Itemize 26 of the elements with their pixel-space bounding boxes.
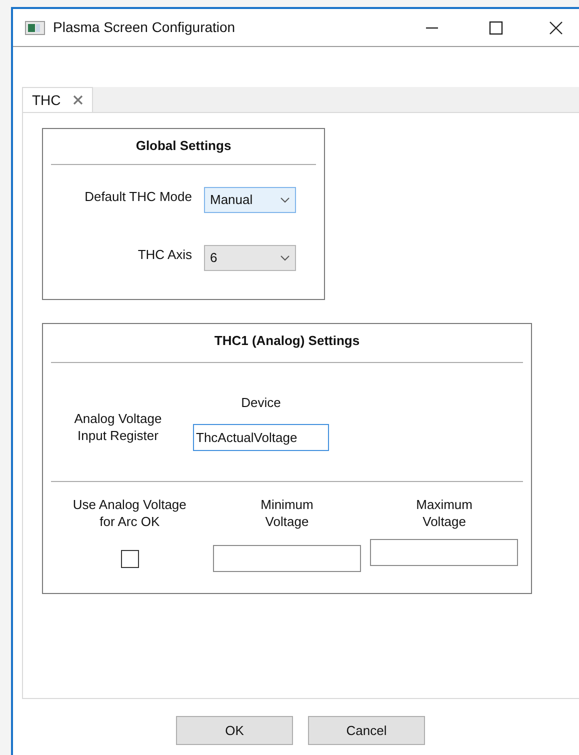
maximize-icon xyxy=(489,20,503,34)
close-icon[interactable] xyxy=(72,95,83,105)
input-field[interactable] xyxy=(212,544,361,572)
input-field[interactable] xyxy=(370,538,518,566)
dialog-button[interactable]: OK xyxy=(176,716,293,745)
option-label: Maximum Voltage xyxy=(415,496,474,530)
close-icon xyxy=(549,20,563,34)
column-heading: Device xyxy=(241,394,281,412)
group-title: THC1 (Analog) Settings xyxy=(213,332,361,350)
window-title: Plasma Screen Configuration xyxy=(53,18,236,37)
field-label: Analog Voltage Input Register xyxy=(73,410,163,444)
option-label: Use Analog Voltage for Arc OK xyxy=(72,496,188,530)
dropdown[interactable]: Manual xyxy=(204,186,296,212)
dropdown[interactable]: 6 xyxy=(204,244,296,270)
app-icon xyxy=(25,20,45,34)
minimize-icon xyxy=(425,26,439,28)
tab[interactable]: THC xyxy=(22,87,93,112)
option-label: Minimum Voltage xyxy=(260,496,314,530)
field-label: Default THC Mode xyxy=(84,188,193,206)
checkbox[interactable] xyxy=(120,550,139,568)
text-field[interactable]: ThcActualVoltage xyxy=(193,424,329,451)
dialog-button[interactable]: Cancel xyxy=(308,716,425,745)
field-label: THC Axis xyxy=(136,246,193,264)
chevron-down-icon xyxy=(280,196,290,202)
group-title: Global Settings xyxy=(134,137,232,155)
chevron-down-icon xyxy=(280,254,290,260)
